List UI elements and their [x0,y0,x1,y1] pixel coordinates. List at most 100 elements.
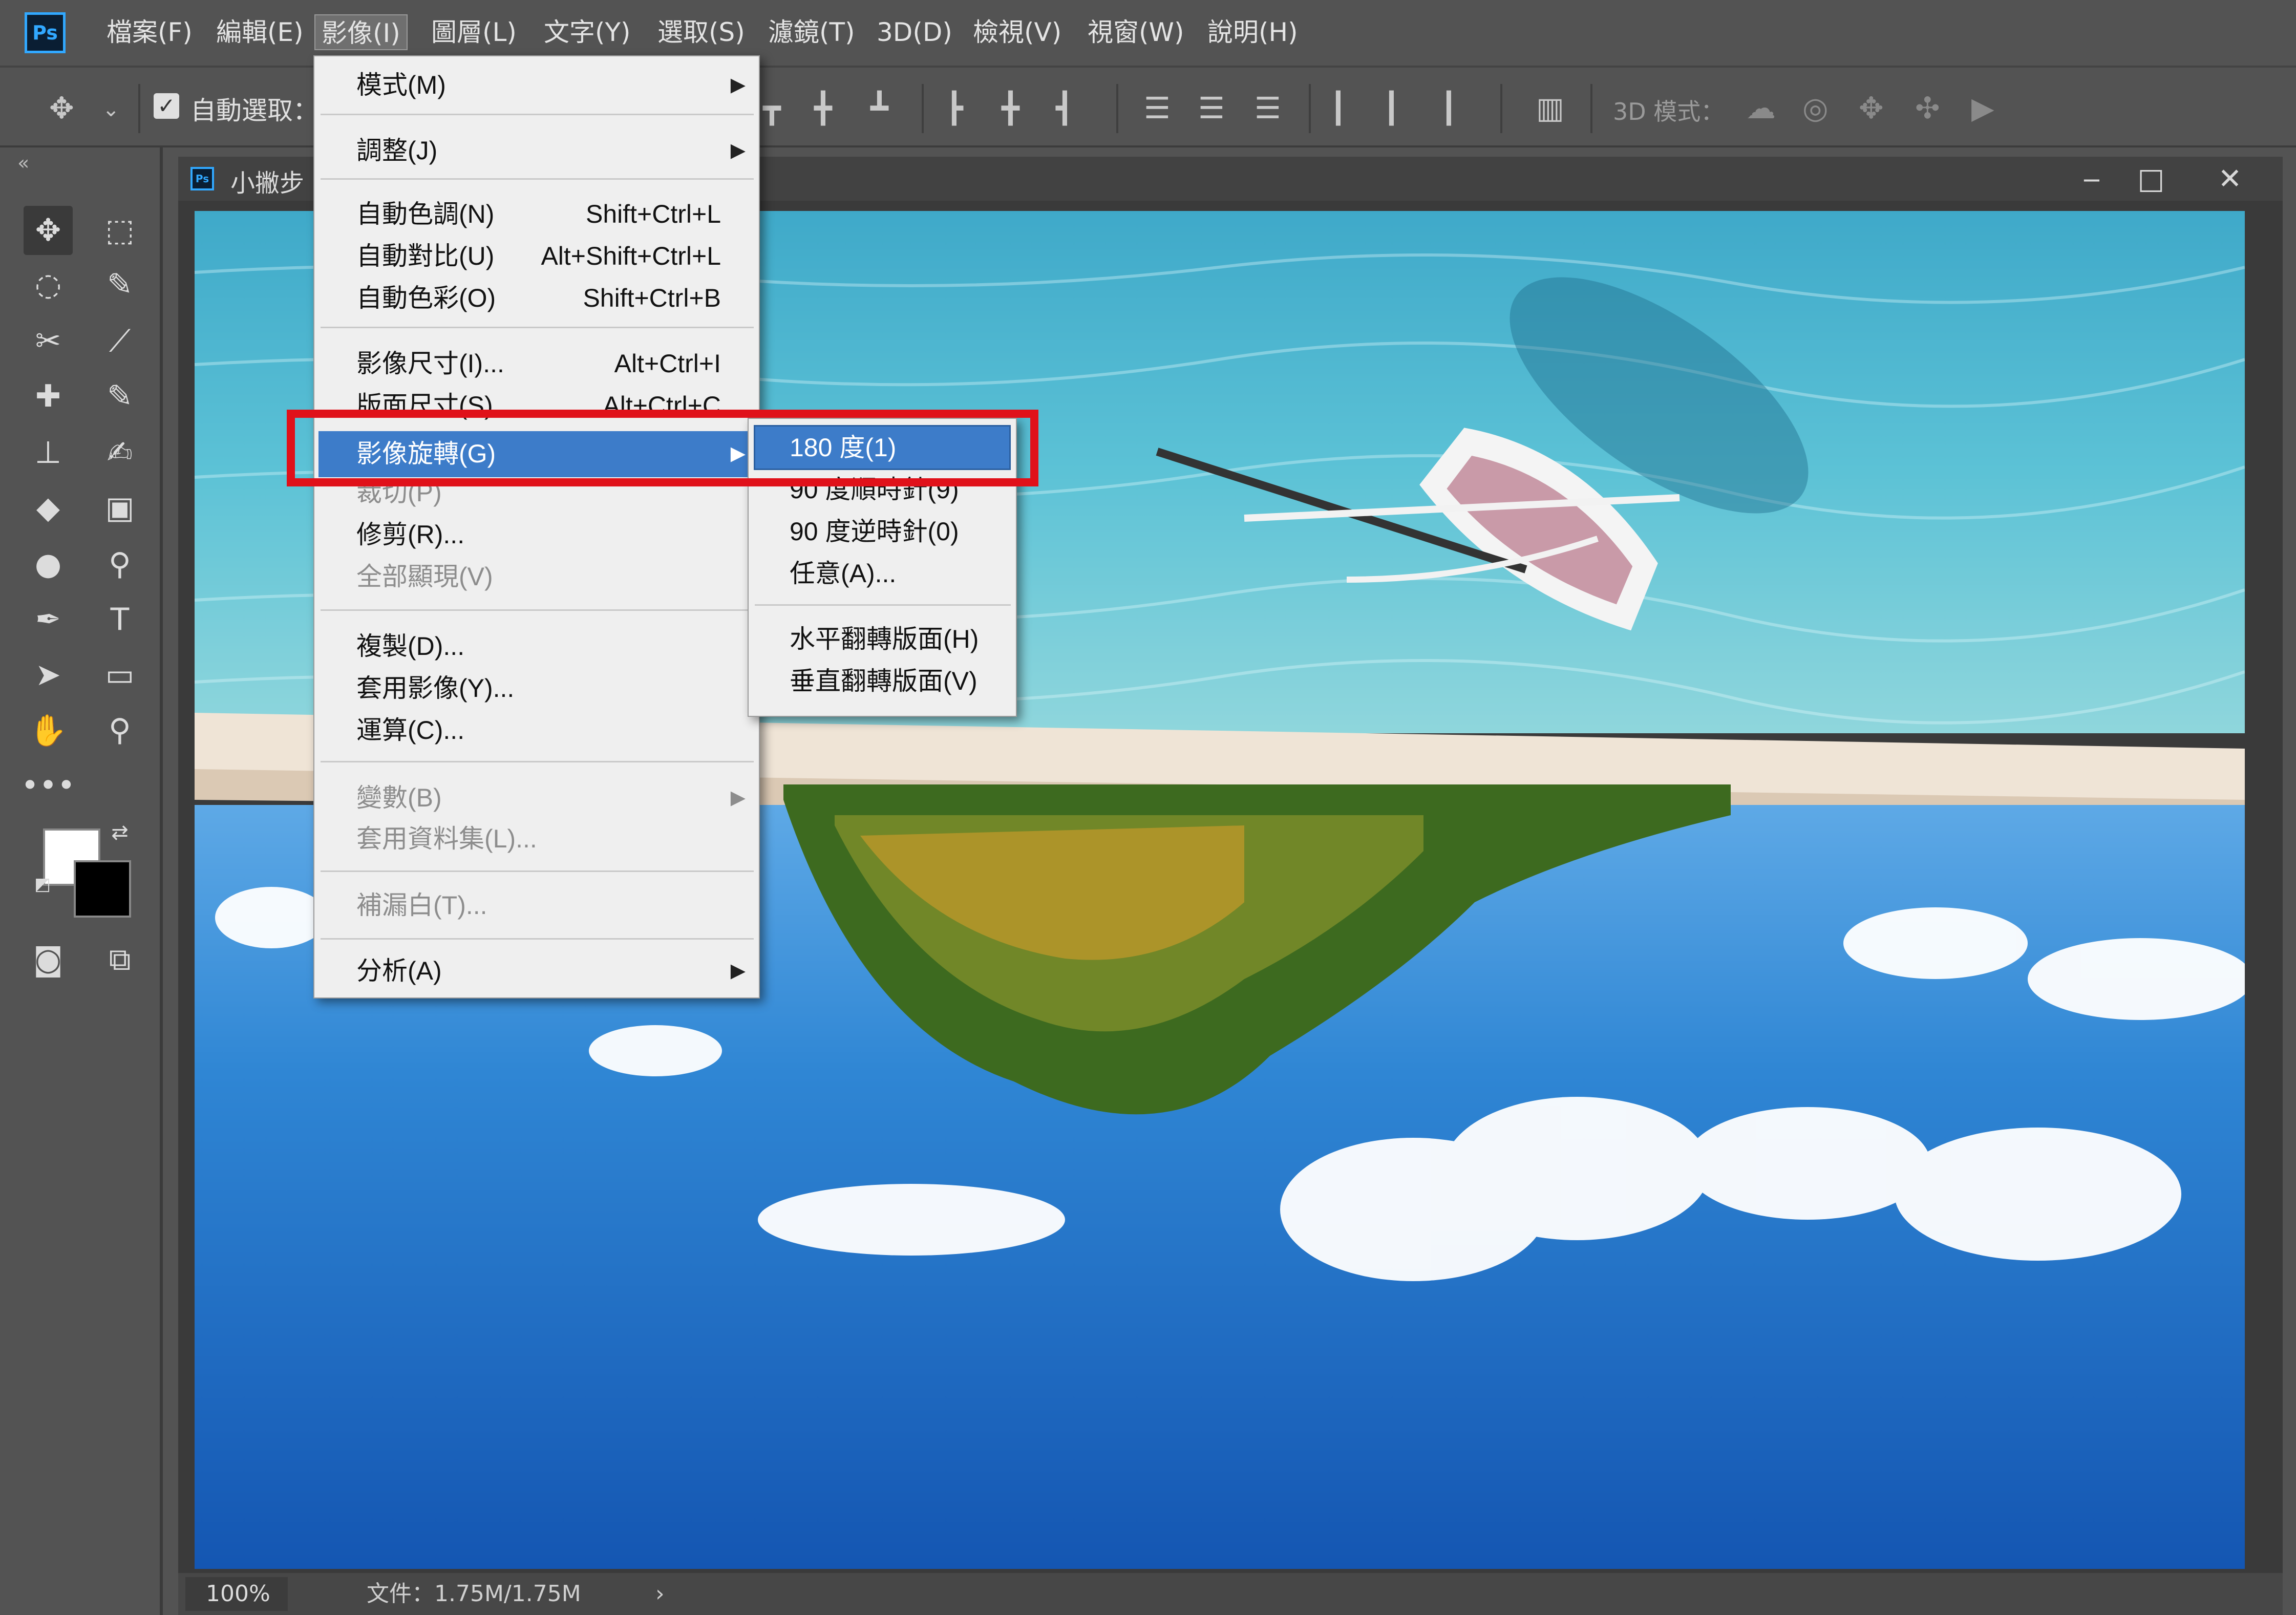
menu-separator [755,604,1011,606]
menu-filter[interactable]: 濾鏡(T) [762,14,861,50]
distribute-left-icon[interactable]: ┃ [1329,93,1347,123]
crop-tool-icon[interactable]: ✂ [24,316,73,366]
submenu-arrow-icon: ▶ [730,960,746,982]
3d-pan-icon[interactable]: ✥ [1859,93,1884,123]
chevron-right-icon[interactable]: › [655,1577,665,1611]
menu-item-analysis[interactable]: 分析(A) [356,953,442,988]
distribute-hcenter-icon[interactable]: ┃ [1383,93,1400,123]
eraser-tool-icon[interactable]: ◆ [24,483,73,533]
pen-tool-icon[interactable]: ✒ [24,595,73,644]
blur-tool-icon[interactable]: ● [24,540,73,589]
menu-item-auto-color[interactable]: 自動色彩(O) [356,281,496,315]
menu-item-reveal-all[interactable]: 全部顯現(V) [356,559,493,594]
menu-item-apply-image[interactable]: 套用影像(Y)... [356,671,514,706]
zoom-tool-icon[interactable]: ⚲ [95,706,144,755]
align-right-icon[interactable]: ┫ [1056,93,1074,123]
menu-window[interactable]: 視窗(W) [1081,14,1190,50]
3d-slide-icon[interactable]: ✣ [1915,93,1940,123]
menu-item-apply-data-set[interactable]: 套用資料集(L)... [356,821,537,856]
menu-item-trap[interactable]: 補漏白(T)... [356,888,487,923]
3d-orbit-icon[interactable]: ☁ [1746,93,1776,123]
dodge-tool-icon[interactable]: ⚲ [95,540,144,589]
separator [138,84,140,133]
align-hcenter-icon[interactable]: ╋ [1002,93,1019,123]
align-vcenter-icon[interactable]: ╋ [814,93,832,123]
distribute-top-icon[interactable]: ☰ [1144,93,1171,123]
submenu-item-arbitrary[interactable]: 任意(A)... [790,556,896,591]
align-top-icon[interactable]: ┳ [763,93,781,123]
menu-image[interactable]: 影像(I) [314,14,408,50]
auto-select-label: 自動選取： [190,96,318,125]
hand-tool-icon[interactable]: ✋ [24,706,73,755]
zoom-level[interactable]: 100% [185,1577,288,1611]
separator [1500,84,1502,133]
document-title[interactable]: 小撇步 [230,163,304,199]
collapse-icon[interactable]: « [17,152,29,174]
rectangle-tool-icon[interactable]: ▭ [95,650,144,699]
image-menu-dropdown: 模式(M) ▶ 調整(J) ▶ 自動色調(N) Shift+Ctrl+L 自動對… [313,55,760,998]
menu-separator [321,761,754,762]
submenu-item-flip-vertical[interactable]: 垂直翻轉版面(V) [790,664,977,698]
menu-file[interactable]: 檔案(F) [100,14,199,50]
menu-edit[interactable]: 編輯(E) [210,14,310,50]
submenu-item-flip-horizontal[interactable]: 水平翻轉版面(H) [790,622,979,656]
menu-item-auto-contrast[interactable]: 自動對比(U) [356,239,494,273]
menu-item-calculations[interactable]: 運算(C)... [356,713,464,748]
swap-colors-icon[interactable]: ⇄ [95,808,144,857]
align-left-icon[interactable]: ┣ [945,93,963,123]
tools-panel: « ✥ ⬚ ◌ ✎ ✂ ⟋ ✚ ✎ ⊥ ✍ ◆ ▣ ● ⚲ ✒ T ➤ ▭ ✋ … [0,147,163,1615]
minimize-icon[interactable]: ‒ [2069,162,2115,196]
separator [1116,84,1118,133]
background-color-swatch[interactable] [74,860,131,918]
distribute-bottom-icon[interactable]: ☰ [1255,93,1281,123]
menu-type[interactable]: 文字(Y) [538,14,637,50]
menu-separator [321,327,754,328]
eyedropper-tool-icon[interactable]: ⟋ [95,316,144,366]
marquee-tool-icon[interactable]: ⬚ [95,206,144,255]
3d-scale-icon[interactable]: ▶ [1971,93,1994,123]
clone-stamp-tool-icon[interactable]: ⊥ [24,428,73,477]
screen-mode-icon[interactable]: ⧉ [95,935,144,984]
submenu-arrow-icon: ▶ [730,74,746,96]
lasso-tool-icon[interactable]: ◌ [24,260,73,309]
gradient-tool-icon[interactable]: ▣ [95,483,144,533]
menu-item-adjustments[interactable]: 調整(J) [356,133,437,168]
distribute-right-icon[interactable]: ┃ [1440,93,1458,123]
menu-help[interactable]: 說明(H) [1201,14,1304,50]
align-bottom-icon[interactable]: ┻ [870,93,888,123]
auto-align-icon[interactable]: ▥ [1536,93,1564,123]
chevron-down-icon[interactable]: ⌄ [102,99,120,120]
submenu-arrow-icon: ▶ [730,787,746,809]
annotation-highlight-box [287,410,1038,486]
menu-item-duplicate[interactable]: 複製(D)... [356,629,464,664]
move-tool-icon[interactable]: ✥ [24,206,73,255]
type-tool-icon[interactable]: T [95,595,144,644]
brush-tool-icon[interactable]: ✎ [95,372,144,421]
menu-layer[interactable]: 圖層(L) [425,14,523,50]
menu-item-auto-tone[interactable]: 自動色調(N) [356,197,494,231]
menu-separator [321,178,754,180]
menu-3d[interactable]: 3D(D) [870,14,959,50]
menu-view[interactable]: 檢視(V) [967,14,1068,50]
separator [1309,84,1311,133]
menu-item-variables[interactable]: 變數(B) [356,780,442,815]
shortcut-auto-contrast: Alt+Shift+Ctrl+L [541,242,721,270]
maximize-icon[interactable]: □ [2128,162,2174,196]
distribute-vcenter-icon[interactable]: ☰ [1198,93,1225,123]
more-tools-icon[interactable]: ••• [21,761,75,810]
default-colors-icon[interactable]: ◩ [30,872,55,897]
quick-mask-icon[interactable]: ◙ [24,935,73,984]
menu-item-image-size[interactable]: 影像尺寸(I)... [356,346,504,381]
move-icon[interactable]: ✥ [49,93,74,123]
3d-roll-icon[interactable]: ◎ [1802,93,1829,123]
close-icon[interactable]: ✕ [2207,162,2253,196]
path-select-tool-icon[interactable]: ➤ [24,650,73,699]
menu-item-trim[interactable]: 修剪(R)... [356,517,464,552]
healing-brush-tool-icon[interactable]: ✚ [24,372,73,421]
menu-select[interactable]: 選取(S) [651,14,751,50]
auto-select-checkbox[interactable]: ✓ [154,93,179,119]
menu-item-mode[interactable]: 模式(M) [356,68,446,102]
submenu-item-90-ccw[interactable]: 90 度逆時針(0) [790,514,959,549]
history-brush-tool-icon[interactable]: ✍ [95,428,144,477]
quick-select-tool-icon[interactable]: ✎ [95,260,144,309]
